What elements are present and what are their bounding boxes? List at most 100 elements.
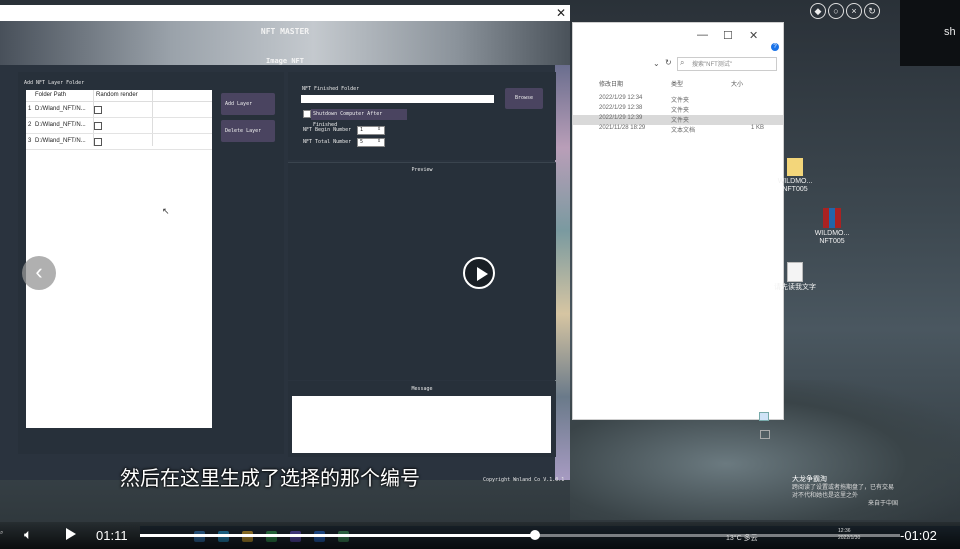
browse-button[interactable]: Browse	[505, 88, 543, 109]
row-index: 1	[28, 106, 32, 112]
chevron-down-icon[interactable]: ⌄	[653, 59, 660, 68]
desktop-icon-label: WILDMO... NFT005	[814, 230, 850, 245]
desktop-icon-archive[interactable]: WILDMO... NFT005	[807, 208, 857, 246]
document-icon	[787, 262, 803, 282]
wallpaper-swirl-strip	[555, 65, 570, 480]
column-folder-path[interactable]: Folder Path	[35, 90, 66, 101]
finished-folder-input[interactable]	[301, 95, 494, 103]
table-row[interactable]: 1 D:/Wland_NFT/N...	[26, 102, 212, 118]
row-index: 2	[28, 122, 32, 128]
row-date: 2022/1/29 12:39	[599, 115, 643, 121]
desktop-icon-label: WILDMO... NFT005	[777, 178, 813, 193]
column-random-render[interactable]: Random render	[96, 90, 138, 101]
notification-body: 跨阅读了设置或者拖期盘了，已有交易对不代和她也是这里之外	[792, 485, 895, 499]
play-icon[interactable]	[66, 528, 76, 540]
random-render-checkbox[interactable]	[94, 138, 102, 146]
search-icon: ⌕	[680, 58, 685, 67]
minimize-icon[interactable]: —	[697, 29, 708, 41]
maximize-icon[interactable]: ☐	[723, 29, 733, 42]
video-subtitle: 然后在这里生成了选择的那个编号	[120, 466, 420, 490]
row-type: 文本文档	[671, 128, 696, 134]
folder-icon	[787, 158, 803, 176]
total-number-stepper[interactable]: 5 ⇕	[357, 138, 385, 147]
app-title: NFT MASTER	[260, 27, 310, 36]
folder-path-cell[interactable]: D:/Wland_NFT/N...	[35, 138, 86, 144]
taskbar-weather[interactable]: 13°C 多云	[726, 533, 758, 543]
layer-folder-table: Folder Path Random render 1 D:/Wland_NFT…	[26, 90, 212, 428]
delete-layer-button[interactable]: Delete Layer	[221, 120, 275, 142]
preview-panel	[288, 162, 556, 380]
stepper-arrows-icon[interactable]: ⇕	[377, 138, 381, 144]
explorer-row[interactable]: 2021/11/28 18:29 文本文档 1 KB	[573, 125, 783, 135]
explorer-row[interactable]: 2022/1/29 12:34 文件夹	[573, 95, 783, 105]
total-number-label: NFT Total Number	[303, 139, 352, 145]
desktop-icon-folder[interactable]: WILDMO... NFT005	[770, 158, 820, 194]
remaining-time: -01:02	[900, 528, 937, 543]
refresh-icon[interactable]: ↻	[665, 58, 672, 67]
shutdown-label: Shutdown Computer After Finished	[311, 109, 407, 128]
explorer-search-input[interactable]: 搜索"NFT测试"	[677, 57, 777, 71]
table-row[interactable]: 2 D:/Wland_NFT/N...	[26, 118, 212, 134]
file-explorer-window: — ☐ ✕ ? ⌄ ↻ 搜索"NFT测试" ⌕ 修改日期 类型 大小 2022/…	[572, 22, 784, 439]
view-toggle-icon[interactable]	[759, 408, 779, 439]
row-size: 1 KB	[751, 125, 765, 131]
taskbar-clock[interactable]: 12:36 2022/1/30	[838, 528, 860, 542]
explorer-row-selected[interactable]: 2022/1/29 12:39 文件夹	[573, 115, 783, 125]
tray-settings-icon[interactable]: ○	[828, 3, 844, 19]
row-date: 2022/1/29 12:38	[599, 105, 643, 111]
help-icon[interactable]: ?	[771, 43, 779, 51]
tray-close-icon[interactable]: ×	[846, 3, 862, 19]
explorer-column-header: 修改日期 类型 大小	[573, 79, 783, 91]
mouse-cursor-icon: ↖	[162, 206, 170, 216]
row-date: 2021/11/28 18:29	[599, 125, 646, 131]
current-time: 01:11	[96, 528, 128, 543]
table-row[interactable]: 3 D:/Wland_NFT/N...	[26, 134, 212, 150]
notification-title: 大龙争霸淘	[792, 476, 827, 483]
center-play-button[interactable]	[463, 257, 495, 289]
row-type: 文件夹	[671, 98, 690, 104]
archive-icon	[823, 208, 841, 228]
column-size[interactable]: 大小	[731, 79, 743, 88]
begin-number-value: 1	[360, 127, 364, 133]
notification-source: 来自于中国	[867, 501, 898, 507]
preview-label: Preview	[411, 167, 433, 173]
row-index: 3	[28, 138, 32, 144]
volume-icon[interactable]: 🔈︎	[24, 526, 32, 543]
random-render-checkbox[interactable]	[94, 122, 102, 130]
desktop-icon-document[interactable]: 请先读我文字	[770, 262, 820, 292]
chevron-left-icon: ‹	[35, 259, 43, 284]
row-date: 2022/1/29 12:34	[599, 95, 643, 101]
stepper-arrows-icon[interactable]: ⇕	[377, 126, 381, 132]
clock-date: 2022/1/30	[838, 535, 861, 541]
add-layer-button[interactable]: Add Layer	[221, 93, 275, 115]
shutdown-checkbox[interactable]	[303, 110, 311, 118]
notification-toast[interactable]: 大龙争霸淘 跨阅读了设置或者拖期盘了，已有交易对不代和她也是这里之外 来自于中国	[778, 476, 898, 522]
folder-path-cell[interactable]: D:/Wland_NFT/N...	[35, 106, 86, 112]
user-text: sh	[944, 26, 956, 38]
finished-folder-label: NFT Finished Folder	[302, 86, 360, 92]
previous-slide-button[interactable]: ‹	[22, 256, 56, 290]
column-type[interactable]: 类型	[671, 79, 683, 88]
clock-time: 12:36	[838, 528, 851, 534]
explorer-row[interactable]: 2022/1/29 12:38 文件夹	[573, 105, 783, 115]
close-icon[interactable]: ✕	[749, 29, 758, 42]
message-label: Message	[411, 386, 433, 392]
begin-number-label: NFT Begin Number	[303, 127, 352, 133]
desktop-icon-label: 请先读我文字	[774, 284, 816, 291]
random-render-checkbox[interactable]	[94, 106, 102, 114]
tray-sync-icon[interactable]: ↻	[864, 3, 880, 19]
begin-number-stepper[interactable]: 1 ⇕	[357, 126, 385, 135]
close-icon[interactable]: ✕	[556, 6, 566, 20]
progress-fill	[140, 534, 536, 537]
layer-folder-label: Add NFT Layer Folder	[24, 80, 85, 86]
message-textarea[interactable]	[292, 396, 551, 453]
window-titlebar	[0, 5, 570, 22]
tray-app-icon[interactable]: ◆	[810, 3, 826, 19]
folder-path-cell[interactable]: D:/Wland_NFT/N...	[35, 122, 86, 128]
section-title: Image NFT	[266, 57, 304, 65]
taskbar-search-hint: ⌕	[0, 530, 4, 536]
row-type: 文件夹	[671, 118, 690, 124]
row-type: 文件夹	[671, 108, 690, 114]
column-date[interactable]: 修改日期	[599, 79, 623, 88]
total-number-value: 5	[360, 139, 364, 145]
